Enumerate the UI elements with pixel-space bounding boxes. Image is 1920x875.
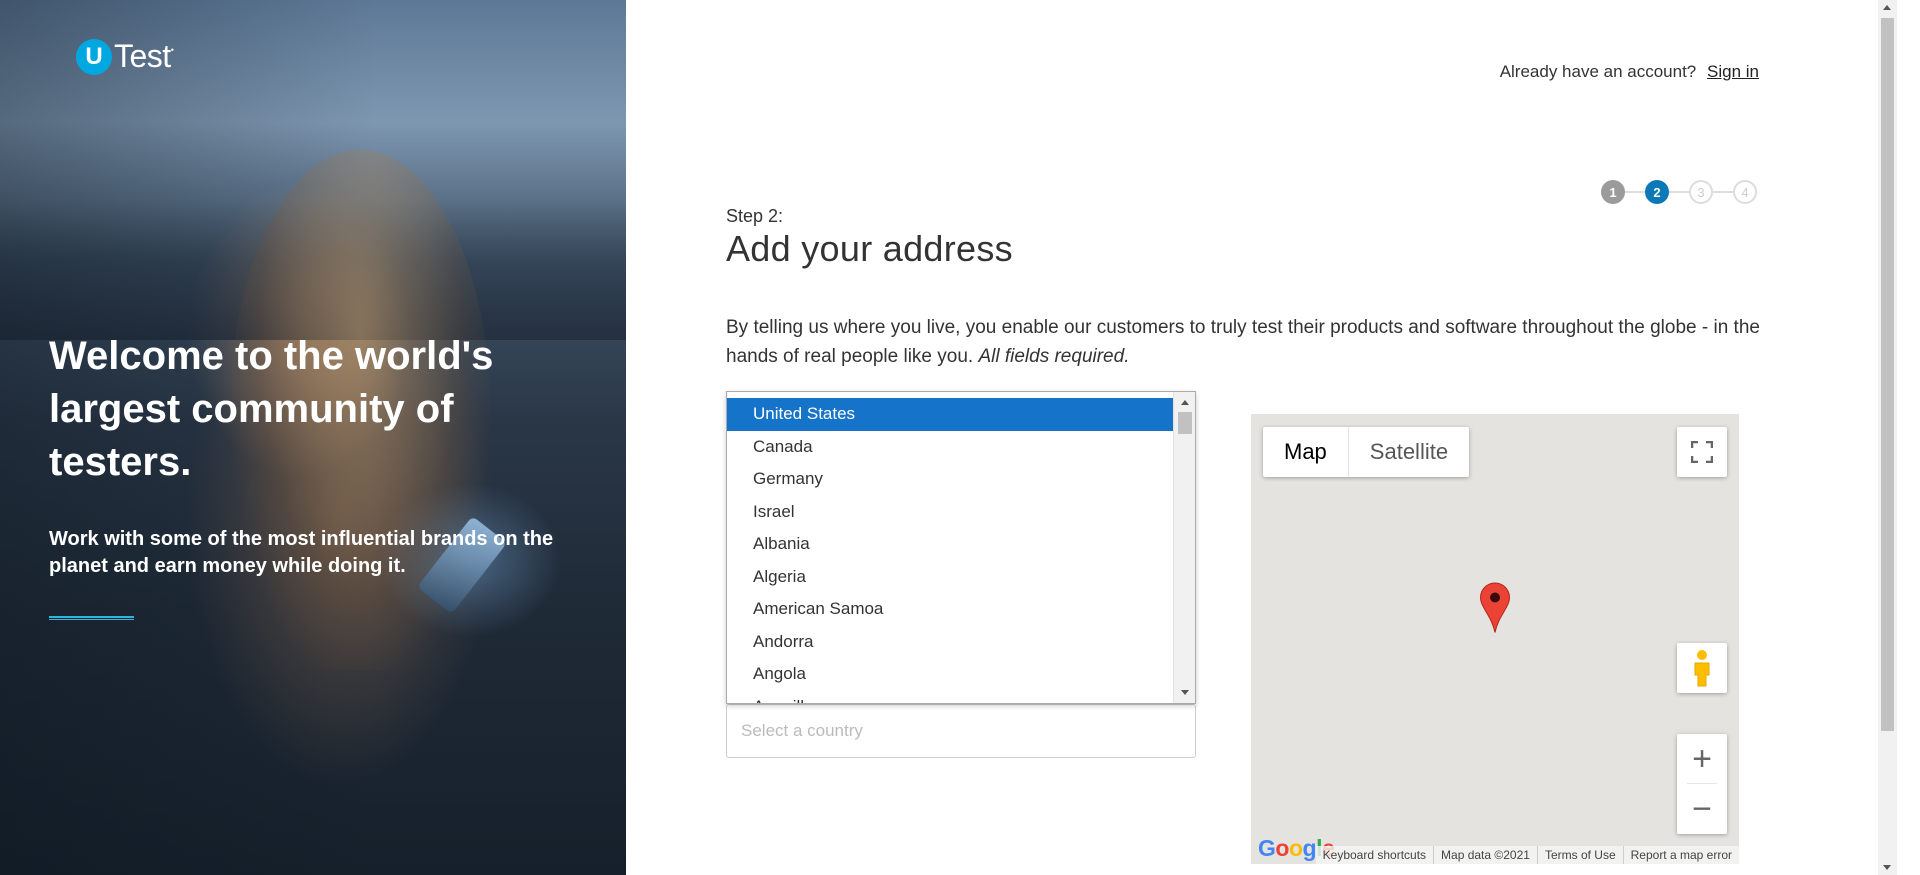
page-scrollbar[interactable] xyxy=(1878,0,1897,875)
step-connector xyxy=(1669,191,1689,193)
scroll-down-arrow-icon[interactable] xyxy=(1181,690,1189,695)
country-search-input[interactable] xyxy=(726,704,1196,758)
step-4: 4 xyxy=(1733,180,1757,204)
scroll-thumb[interactable] xyxy=(1178,412,1192,434)
country-option[interactable]: Anguilla xyxy=(727,691,1175,704)
description-note: All fields required. xyxy=(978,346,1130,367)
zoom-in-button[interactable]: + xyxy=(1677,734,1727,784)
country-option[interactable]: Germany xyxy=(727,463,1175,496)
page-scroll-down-icon[interactable] xyxy=(1883,865,1891,870)
map-data-label: Map data ©2021 xyxy=(1433,846,1537,864)
map-type-map-button[interactable]: Map xyxy=(1263,427,1348,477)
signin-link[interactable]: Sign in xyxy=(1707,62,1759,81)
step-connector xyxy=(1625,191,1645,193)
hero-panel: U Test • Welcome to the world's largest … xyxy=(0,0,626,875)
country-option[interactable]: Albania xyxy=(727,528,1175,561)
hero-divider xyxy=(49,616,134,620)
step-connector xyxy=(1713,191,1733,193)
keyboard-shortcuts-link[interactable]: Keyboard shortcuts xyxy=(1316,846,1433,864)
hero-subtitle: Work with some of the most influential b… xyxy=(49,528,554,577)
page-description: By telling us where you live, you enable… xyxy=(726,313,1766,371)
signin-prompt: Already have an account? Sign in xyxy=(1500,62,1759,82)
terms-of-use-link[interactable]: Terms of Use xyxy=(1536,846,1623,864)
logo-text: Test xyxy=(114,38,171,74)
page-title: Add your address xyxy=(726,228,1013,269)
description-text: By telling us where you live, you enable… xyxy=(726,317,1760,367)
utest-logo[interactable]: U Test • xyxy=(76,38,174,75)
logo-mark: U xyxy=(76,38,112,75)
country-option[interactable]: Angola xyxy=(727,658,1175,691)
scroll-up-arrow-icon[interactable] xyxy=(1181,400,1189,405)
map-attribution-links: Keyboard shortcuts Map data ©2021 Terms … xyxy=(1315,846,1739,864)
hero-title: Welcome to the world's largest community… xyxy=(49,334,494,484)
country-option[interactable]: American Samoa xyxy=(727,593,1175,626)
page-scroll-up-icon[interactable] xyxy=(1883,5,1891,10)
logo-trademark: • xyxy=(170,44,174,55)
country-option[interactable]: Israel xyxy=(727,496,1175,529)
map-type-control: Map Satellite xyxy=(1263,427,1470,477)
dropdown-scrollbar[interactable] xyxy=(1173,392,1195,703)
pegman-icon xyxy=(1694,650,1710,687)
map-footer: Google Keyboard shortcuts Map data ©2021… xyxy=(1251,835,1739,864)
country-option[interactable]: Canada xyxy=(727,431,1175,464)
step-1: 1 xyxy=(1601,180,1625,204)
street-view-pegman[interactable] xyxy=(1677,643,1727,693)
step-indicator: 1 2 3 4 xyxy=(1601,180,1757,204)
fullscreen-icon xyxy=(1691,441,1713,463)
country-option[interactable]: Andorra xyxy=(727,626,1175,659)
account-prompt-text: Already have an account? xyxy=(1499,62,1697,81)
country-option[interactable]: United States xyxy=(727,398,1175,431)
step-label: Step 2: xyxy=(726,206,784,226)
address-map[interactable]: Map Satellite + − Google Keyboard shortc… xyxy=(1251,414,1739,864)
country-dropdown-list[interactable]: United States Canada Germany Israel Alba… xyxy=(726,391,1196,704)
step-3: 3 xyxy=(1689,180,1713,204)
country-option[interactable]: Algeria xyxy=(727,561,1175,594)
fullscreen-button[interactable] xyxy=(1677,427,1727,477)
country-options: United States Canada Germany Israel Alba… xyxy=(727,398,1175,704)
zoom-out-button[interactable]: − xyxy=(1677,784,1727,834)
map-pin-icon[interactable] xyxy=(1479,582,1511,639)
page-scroll-thumb[interactable] xyxy=(1881,18,1894,731)
step-2: 2 xyxy=(1645,180,1669,204)
report-map-error-link[interactable]: Report a map error xyxy=(1622,846,1739,864)
map-type-satellite-button[interactable]: Satellite xyxy=(1347,427,1469,477)
zoom-control: + − xyxy=(1677,734,1727,834)
